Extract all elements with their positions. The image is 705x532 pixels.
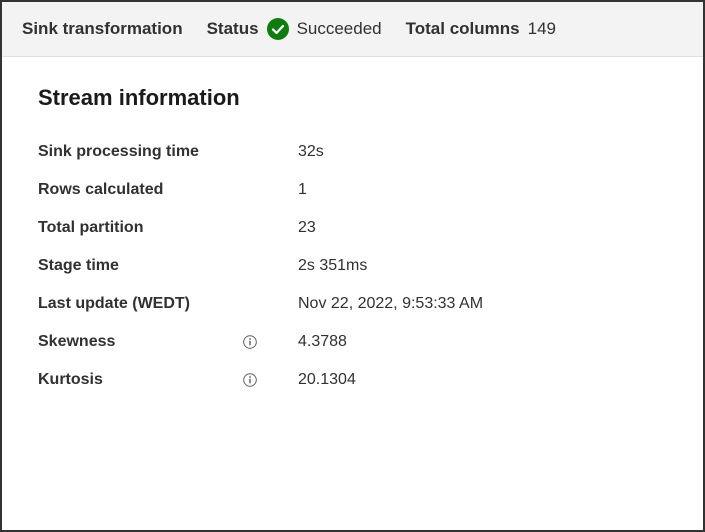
- success-check-icon: [267, 18, 289, 40]
- status-label: Status: [207, 19, 259, 39]
- info-label-column: Stage time: [38, 257, 298, 275]
- info-row: Last update (WEDT) Nov 22, 2022, 9:53:33 …: [38, 285, 667, 323]
- info-value: 32s: [298, 143, 324, 161]
- columns-header: Total columns 149: [406, 19, 556, 39]
- info-value: Nov 22, 2022, 9:53:33 AM: [298, 295, 483, 313]
- info-value: 1: [298, 181, 307, 199]
- info-label: Kurtosis: [38, 371, 103, 389]
- info-label-column: Sink processing time: [38, 143, 298, 161]
- columns-value: 149: [528, 19, 556, 39]
- section-title: Stream information: [38, 85, 667, 111]
- info-row: Kurtosis 20.1304: [38, 361, 667, 399]
- content-panel: Stream information Sink processing time 3…: [2, 57, 703, 427]
- info-row: Total partition 23: [38, 209, 667, 247]
- info-label-column: Total partition: [38, 219, 298, 237]
- info-icon[interactable]: [242, 372, 258, 388]
- info-label-column: Last update (WEDT): [38, 295, 298, 313]
- info-icon[interactable]: [242, 334, 258, 350]
- status-value: Succeeded: [297, 19, 382, 39]
- info-label: Sink processing time: [38, 143, 199, 161]
- info-label-column: Kurtosis: [38, 371, 298, 389]
- info-label-column: Rows calculated: [38, 181, 298, 199]
- info-value: 23: [298, 219, 316, 237]
- info-value: 2s 351ms: [298, 257, 367, 275]
- status-header: Status Succeeded: [207, 18, 382, 40]
- header-bar: Sink transformation Status Succeeded Tot…: [2, 2, 703, 57]
- info-value: 20.1304: [298, 371, 356, 389]
- info-row: Rows calculated 1: [38, 171, 667, 209]
- info-row: Stage time 2s 351ms: [38, 247, 667, 285]
- info-value: 4.3788: [298, 333, 347, 351]
- transformation-header: Sink transformation: [22, 19, 183, 39]
- info-label: Total partition: [38, 219, 143, 237]
- info-label: Rows calculated: [38, 181, 163, 199]
- transformation-label: Sink transformation: [22, 19, 183, 39]
- info-row: Skewness 4.3788: [38, 323, 667, 361]
- info-row: Sink processing time 32s: [38, 133, 667, 171]
- info-rows-container: Sink processing time 32s Rows calculated 1 T…: [38, 133, 667, 399]
- info-label: Last update (WEDT): [38, 295, 190, 313]
- info-label: Skewness: [38, 333, 115, 351]
- columns-label: Total columns: [406, 19, 520, 39]
- info-label: Stage time: [38, 257, 119, 275]
- info-label-column: Skewness: [38, 333, 298, 351]
